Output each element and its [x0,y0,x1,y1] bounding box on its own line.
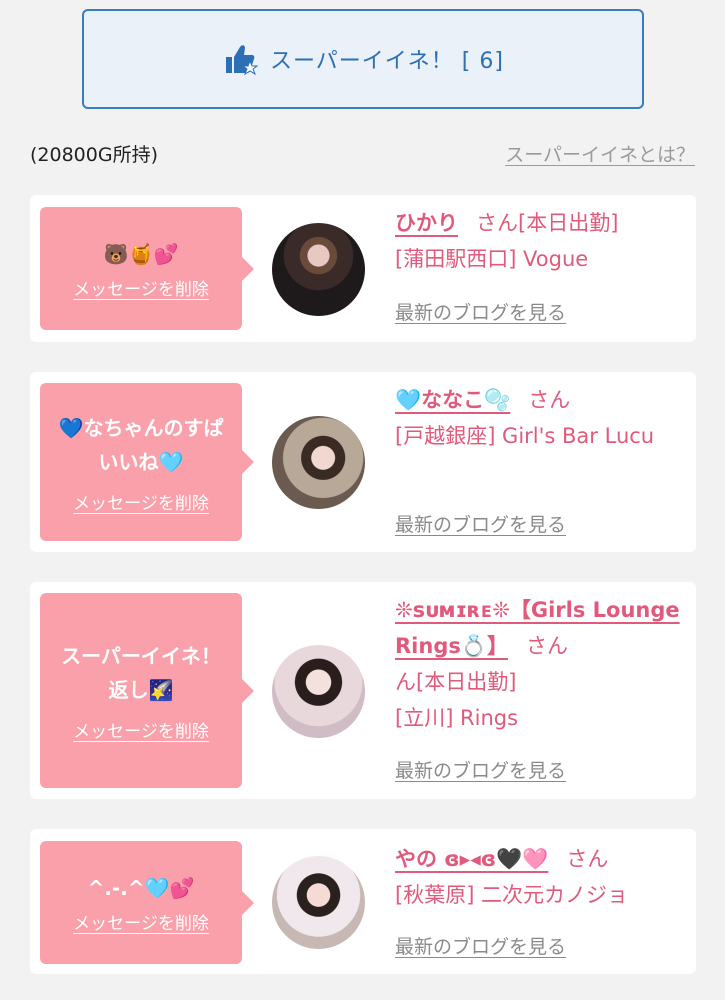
girl-name-link[interactable]: ひかり [395,211,458,235]
latest-blog-link[interactable]: 最新のブログを見る [395,932,566,959]
like-card: スーパーイイネ！返し🌠 メッセージを削除 ❊sᴜᴍɪʀᴇ❊【Girls Loun… [30,582,696,799]
message-bubble: 🐻🍯💕 メッセージを削除 [40,207,254,330]
super-like-button[interactable]: スーパーイイネ！ [ 6] [82,9,644,109]
san-label: さん [476,211,518,235]
avatar[interactable] [272,223,365,316]
delete-message-link[interactable]: メッセージを削除 [73,489,209,514]
super-like-label: スーパーイイネ！ [ 6] [270,49,504,74]
girl-info: ひかり さん[本日出勤] [蒲田駅西口] Vogue [395,205,685,277]
girl-info: ❊sᴜᴍɪʀᴇ❊【Girls Lounge Rings💍】 さん ん[本日出勤] … [395,592,685,736]
status-label: [本日出勤] [518,211,619,235]
latest-blog-link[interactable]: 最新のブログを見る [395,298,566,325]
delete-message-link[interactable]: メッセージを削除 [73,909,209,934]
girl-name-link[interactable]: 🩵ななこ🫧 [395,388,510,412]
shop-name: [立川] Rings [395,706,519,730]
message-text: スーパーイイネ！返し🌠 [61,644,221,702]
delete-message-link[interactable]: メッセージを削除 [73,275,209,300]
latest-blog-link[interactable]: 最新のブログを見る [395,756,566,783]
message-text: 🐻🍯💕 [103,242,179,266]
thumbs-up-star-icon [226,45,259,76]
message-bubble: ^.-.^🩵💕 メッセージを削除 [40,841,254,964]
san-label: さん [528,388,571,412]
message-text: ^.-.^🩵💕 [87,876,195,900]
message-text: 💙なちゃんのすぱいいね🩵 [58,415,224,474]
shop-name: [蒲田駅西口] Vogue [395,247,589,271]
message-bubble: 💙なちゃんのすぱいいね🩵 メッセージを削除 [40,383,254,541]
like-card: ^.-.^🩵💕 メッセージを削除 やの ɞ▸◂ɞ🖤🩷 さん [秋葉原] 二次元カノ… [30,829,696,974]
girl-info: 🩵ななこ🫧 さん [戸越銀座] Girl's Bar Lucu [395,382,685,454]
avatar[interactable] [272,416,365,509]
message-bubble: スーパーイイネ！返し🌠 メッセージを削除 [40,593,254,788]
avatar[interactable] [272,856,365,949]
points-balance: (20800G所持) [30,144,158,166]
status-label: ん[本日出勤] [395,670,517,694]
girl-name-link[interactable]: やの ɞ▸◂ɞ🖤🩷 [395,847,548,871]
san-label: さん [526,634,568,658]
san-label: さん [566,847,609,871]
like-card: 🐻🍯💕 メッセージを削除 ひかり さん[本日出勤] [蒲田駅西口] Vogue 最… [30,195,696,342]
latest-blog-link[interactable]: 最新のブログを見る [395,510,566,537]
delete-message-link[interactable]: メッセージを削除 [73,717,209,742]
avatar[interactable] [272,645,365,738]
like-card: 💙なちゃんのすぱいいね🩵 メッセージを削除 🩵ななこ🫧 さん [戸越銀座] Gir… [30,372,696,552]
about-super-like-link[interactable]: スーパーイイネとは？ [505,140,695,167]
girl-info: やの ɞ▸◂ɞ🖤🩷 さん [秋葉原] 二次元カノジョ [395,841,685,913]
shop-name: [戸越銀座] Girl's Bar Lucu [395,424,655,448]
shop-name: [秋葉原] 二次元カノジョ [395,883,629,907]
